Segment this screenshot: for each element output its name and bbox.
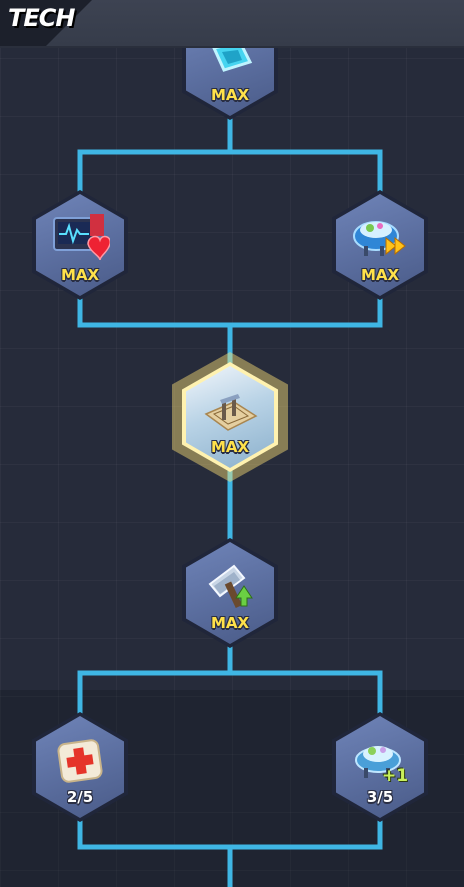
node-level-label: MAX [210,86,250,104]
page-title: TECH [8,4,75,32]
plus-one-badge: +1 [382,766,409,786]
tech-node-blueprint-selected[interactable]: MAX [172,352,288,482]
tech-node-first-aid-kit[interactable]: 2/5 [32,712,128,822]
node-level-label: MAX [210,614,250,632]
node-level-label: MAX [360,266,400,284]
tech-node-speed-drill[interactable]: MAX [332,190,428,300]
node-level-label: MAX [60,266,100,284]
tech-node-drill-plus-one[interactable]: +1 3/5 [332,712,428,822]
speed-drill-icon [353,221,406,256]
node-level-label: MAX [210,438,250,456]
header-bar: TECH [0,0,464,48]
heart-monitor-icon [53,214,110,261]
hammer-upgrade-icon [208,564,253,609]
tech-node-heart-monitor[interactable]: MAX [32,190,128,300]
blueprint-icon [204,394,258,431]
node-level-label: 3/5 [366,788,394,806]
first-aid-kit-icon [57,739,103,783]
tech-node-hammer-upgrade[interactable]: MAX [182,538,278,648]
node-level-label: 2/5 [66,788,94,806]
